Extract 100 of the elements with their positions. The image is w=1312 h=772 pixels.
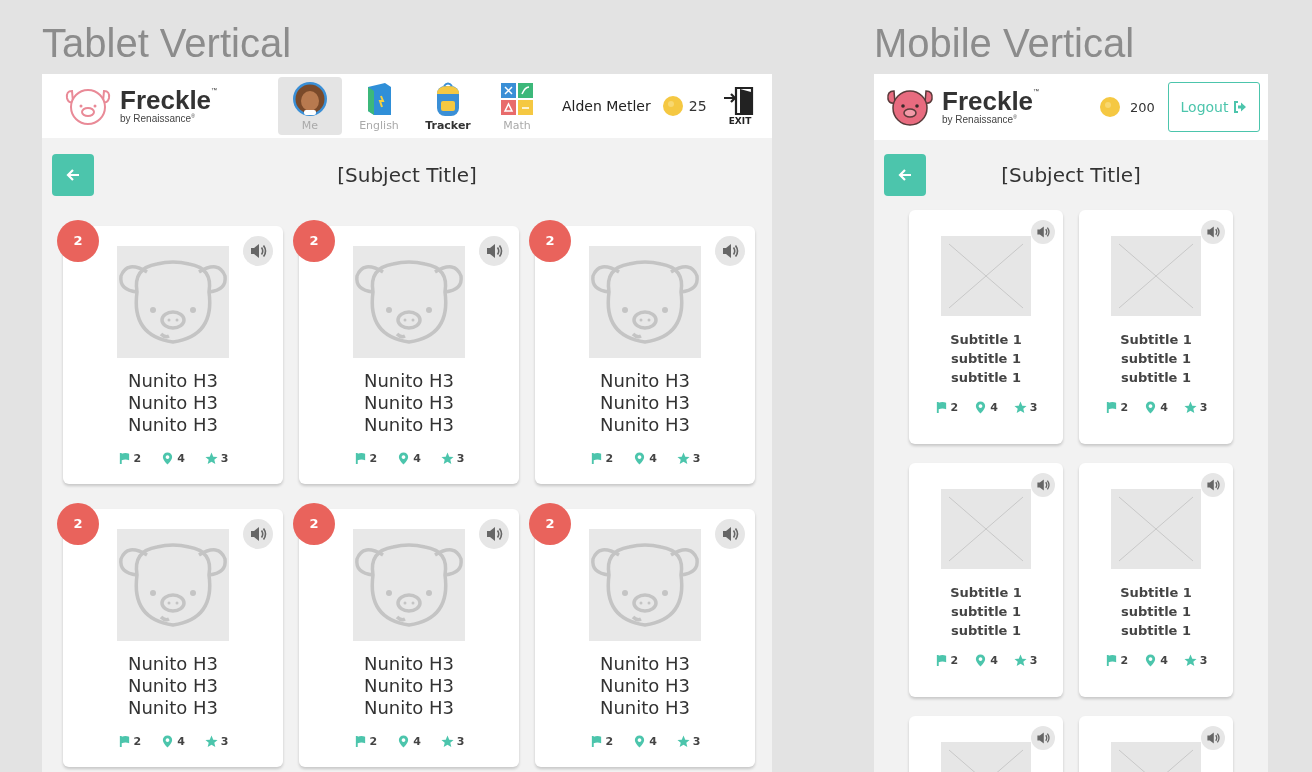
count-badge: 2 <box>529 220 571 262</box>
exit-arrow-icon <box>1233 101 1248 113</box>
count-badge: 2 <box>293 503 335 545</box>
speaker-icon[interactable] <box>715 236 745 266</box>
lesson-card[interactable]: Subtitle 1 subtitle 1 subtitle 1 2 4 3 <box>1079 463 1233 697</box>
card-subtitle: subtitle 1 <box>1121 622 1191 640</box>
stat-count: 2 <box>369 452 378 465</box>
card-heading: Nunito H3 <box>599 697 691 719</box>
star-icon <box>440 735 454 748</box>
speaker-icon[interactable] <box>1031 473 1055 497</box>
stat-count: 4 <box>1160 401 1168 414</box>
pig-placeholder-icon <box>353 529 465 641</box>
stat-count: 2 <box>1120 401 1129 414</box>
coin-count: 200 <box>1130 99 1155 115</box>
card-heading: Nunito H3 <box>363 697 455 719</box>
card-subtitle: subtitle 1 <box>1121 350 1191 368</box>
card-heading: Nunito H3 <box>363 653 455 675</box>
speaker-icon[interactable] <box>1201 726 1225 750</box>
speaker-icon[interactable] <box>715 519 745 549</box>
map-pin-icon <box>1144 401 1158 414</box>
map-pin-icon <box>1144 654 1158 667</box>
card-heading: Nunito H3 <box>127 653 219 675</box>
lesson-card[interactable]: Subtitle 1 subtitle 1 subtitle 1 2 4 3 <box>909 210 1063 444</box>
pig-placeholder-icon <box>589 529 701 641</box>
flag-icon <box>117 735 131 748</box>
pig-placeholder-icon <box>353 246 465 358</box>
card-subtitle: subtitle 1 <box>951 603 1021 621</box>
avatar-icon <box>292 80 328 117</box>
pig-placeholder-icon <box>117 529 229 641</box>
card-heading: Nunito H3 <box>127 370 219 392</box>
count-badge: 2 <box>529 503 571 545</box>
stat-count: 2 <box>369 735 378 748</box>
card-heading: Nunito H3 <box>599 675 691 697</box>
card-subtitle: subtitle 1 <box>1121 603 1191 621</box>
stat-count: 3 <box>456 735 465 748</box>
star-icon <box>1013 654 1027 667</box>
map-pin-icon <box>974 401 988 414</box>
card-heading: Nunito H3 <box>363 370 455 392</box>
card-heading: Nunito H3 <box>599 653 691 675</box>
stat-count: 4 <box>413 452 421 465</box>
map-pin-icon <box>161 735 175 748</box>
back-arrow-icon <box>65 167 81 183</box>
nav-tab[interactable]: Tracker <box>416 77 480 135</box>
image-placeholder-icon <box>1111 489 1201 569</box>
card-subtitle: subtitle 1 <box>951 369 1021 387</box>
card-heading: Nunito H3 <box>599 414 691 436</box>
speaker-icon[interactable] <box>243 236 273 266</box>
count-badge: 2 <box>57 220 99 262</box>
stat-count: 2 <box>605 735 614 748</box>
stat-count: 3 <box>692 735 701 748</box>
star-icon <box>204 735 218 748</box>
stat-count: 4 <box>413 735 421 748</box>
stat-count: 3 <box>1029 654 1038 667</box>
card-heading: Nunito H3 <box>363 414 455 436</box>
stat-count: 3 <box>1029 401 1038 414</box>
stat-count: 4 <box>649 735 657 748</box>
stat-count: 4 <box>1160 654 1168 667</box>
card-heading: Nunito H3 <box>127 675 219 697</box>
speaker-icon[interactable] <box>243 519 273 549</box>
stat-count: 4 <box>177 452 185 465</box>
coin-icon <box>1100 97 1120 117</box>
card-heading: Nunito H3 <box>363 675 455 697</box>
speaker-icon[interactable] <box>479 236 509 266</box>
stat-count: 3 <box>1199 654 1208 667</box>
lesson-card[interactable]: Subtitle 1 subtitle 1 subtitle 1 2 4 3 <box>909 463 1063 697</box>
flag-icon <box>589 452 603 465</box>
map-pin-icon <box>397 735 411 748</box>
star-icon <box>676 735 690 748</box>
star-icon <box>1183 401 1197 414</box>
speaker-icon[interactable] <box>1201 473 1225 497</box>
star-icon <box>676 452 690 465</box>
stat-count: 2 <box>950 654 959 667</box>
stat-count: 3 <box>692 452 701 465</box>
coin-icon <box>662 96 683 116</box>
brand-tagline: by Renaissance$^{®}$ <box>942 113 1018 127</box>
stat-count: 3 <box>220 735 229 748</box>
card-subtitle: Subtitle 1 <box>1120 331 1192 349</box>
star-icon <box>440 452 454 465</box>
speaker-icon[interactable] <box>479 519 509 549</box>
stat-count: 2 <box>605 452 614 465</box>
card-heading: Nunito H3 <box>599 392 691 414</box>
card-subtitle: Subtitle 1 <box>950 584 1022 602</box>
image-placeholder-icon <box>941 236 1031 316</box>
flag-icon <box>117 452 131 465</box>
count-badge: 2 <box>293 220 335 262</box>
speaker-icon[interactable] <box>1201 220 1225 244</box>
brand-tagline: by Renaissance$^{®}$ <box>120 112 196 126</box>
flag-icon <box>353 735 367 748</box>
image-placeholder-icon <box>941 489 1031 569</box>
flag-icon <box>353 452 367 465</box>
map-pin-icon <box>633 452 647 465</box>
card-heading: Nunito H3 <box>127 392 219 414</box>
speaker-icon[interactable] <box>1031 726 1055 750</box>
exit-button[interactable]: EXIT <box>722 86 758 126</box>
brand-name: Freckle$^{™}$ <box>942 87 1040 114</box>
card-heading: Nunito H3 <box>127 414 219 436</box>
stat-count: 3 <box>220 452 229 465</box>
lesson-card[interactable]: Subtitle 1 subtitle 1 subtitle 1 2 4 3 <box>1079 210 1233 444</box>
flag-icon <box>589 735 603 748</box>
speaker-icon[interactable] <box>1031 220 1055 244</box>
